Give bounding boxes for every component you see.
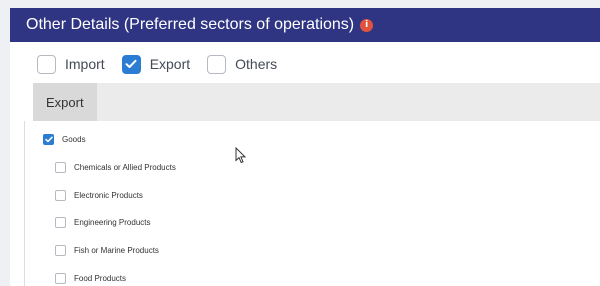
export-checkbox[interactable] [121, 54, 141, 74]
tree-item-fish[interactable]: Fish or Marine Products [55, 245, 159, 256]
info-icon[interactable]: i [360, 18, 374, 32]
checkmark-icon [125, 59, 137, 68]
tree-item-electronic[interactable]: Electronic Products [55, 190, 143, 201]
tree-item-label: Goods [62, 135, 86, 144]
tree-item-label: Food Products [74, 274, 127, 283]
option-others[interactable]: Others [207, 54, 278, 74]
fish-checkbox[interactable] [55, 245, 66, 256]
tree-item-label: Fish or Marine Products [74, 246, 159, 255]
panel-header: Other Details (Preferred sectors of oper… [10, 8, 600, 42]
tree-item-food[interactable]: Food Products [55, 273, 126, 284]
goods-checkbox[interactable] [43, 134, 54, 145]
option-export[interactable]: Export [121, 54, 191, 74]
engineering-checkbox[interactable] [55, 217, 66, 228]
tab-export[interactable]: Export [33, 83, 97, 121]
tree-item-label: Engineering Products [74, 218, 151, 227]
option-import-label: Import [65, 56, 105, 72]
option-import[interactable]: Import [37, 54, 105, 74]
tree-item-label: Electronic Products [74, 191, 143, 200]
electronic-checkbox[interactable] [55, 190, 66, 201]
other-details-panel: Other Details (Preferred sectors of oper… [10, 8, 600, 286]
tree-item-goods[interactable]: Goods [43, 134, 86, 145]
option-others-label: Others [235, 56, 278, 72]
mouse-cursor-icon [235, 147, 247, 164]
option-export-label: Export [149, 56, 191, 72]
trade-type-options: Import Export Others [37, 52, 294, 76]
sector-tree: Goods Chemicals or Allied Products Elect… [10, 121, 600, 286]
chemicals-checkbox[interactable] [55, 162, 66, 173]
panel-title: Other Details (Preferred sectors of oper… [26, 16, 355, 33]
tree-item-engineering[interactable]: Engineering Products [55, 217, 151, 228]
import-checkbox[interactable] [37, 54, 56, 74]
tree-item-label: Chemicals or Allied Products [74, 163, 176, 172]
checkmark-icon [44, 136, 53, 143]
food-checkbox[interactable] [55, 273, 66, 284]
tree-rail [24, 121, 25, 286]
tree-item-chemicals[interactable]: Chemicals or Allied Products [55, 162, 176, 173]
others-checkbox[interactable] [207, 54, 227, 74]
section-tabbar: Export [33, 83, 600, 121]
